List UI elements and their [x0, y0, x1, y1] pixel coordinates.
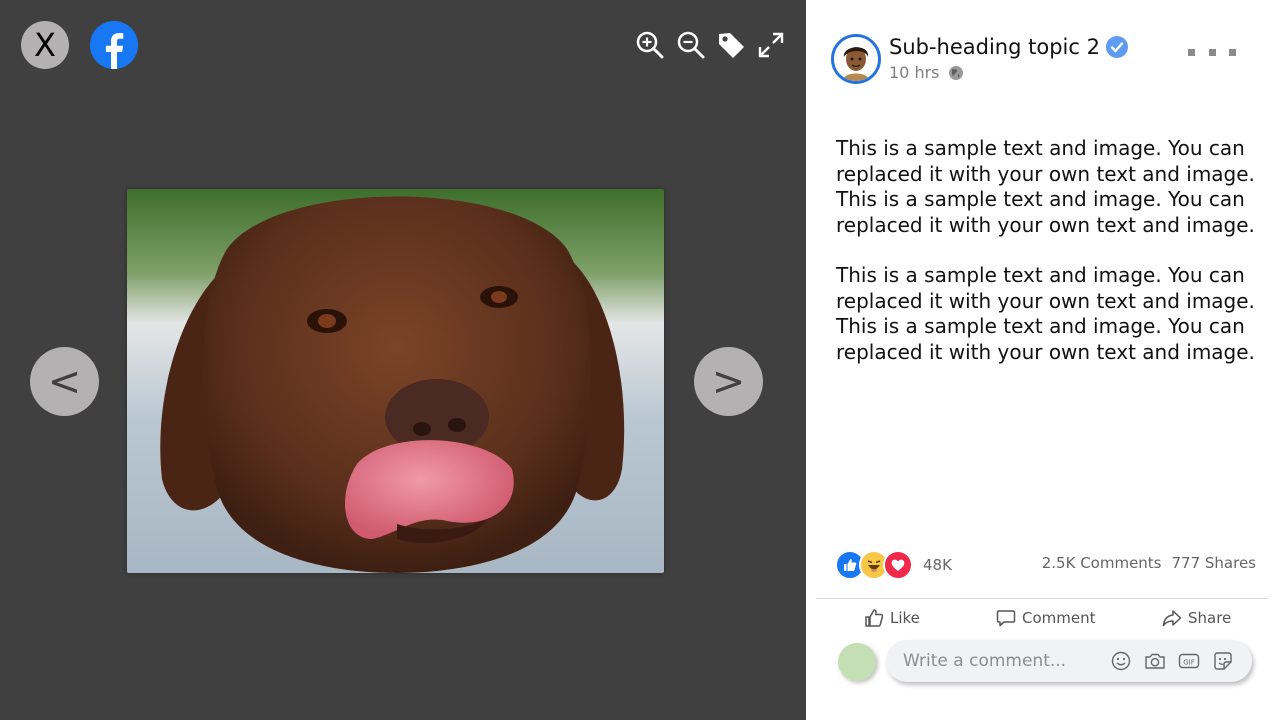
post-paragraph: This is a sample text and image. You can… — [836, 136, 1255, 237]
more-dot-icon — [1229, 48, 1236, 56]
post-stats: 2.5K Comments 777 Shares — [1042, 554, 1256, 572]
globe-icon — [948, 65, 963, 80]
gif-icon[interactable]: GIF — [1178, 650, 1200, 672]
zoom-in-icon[interactable] — [635, 30, 665, 60]
verified-badge-icon — [1105, 36, 1128, 58]
more-options-button[interactable] — [1188, 40, 1236, 64]
share-arrow-icon — [1162, 610, 1182, 627]
fullscreen-icon[interactable] — [756, 30, 786, 60]
svg-text:GIF: GIF — [1183, 659, 1195, 667]
tag-icon[interactable] — [716, 30, 746, 60]
emoji-icon[interactable] — [1110, 650, 1132, 672]
comment-label: Comment — [1022, 609, 1096, 627]
post-author[interactable]: Sub-heading topic 2 — [889, 35, 1128, 59]
comment-composer[interactable]: GIF — [886, 640, 1252, 682]
reaction-count[interactable]: 48K — [923, 556, 952, 574]
post-panel: Sub-heading topic 2 10 hrs This is a sam… — [806, 0, 1280, 720]
thumbs-up-icon — [865, 609, 884, 627]
camera-icon[interactable] — [1144, 650, 1166, 672]
more-dot-icon — [1188, 48, 1195, 56]
like-button[interactable]: Like — [864, 606, 920, 630]
post-time[interactable]: 10 hrs — [889, 63, 940, 82]
author-avatar[interactable] — [831, 34, 881, 84]
reaction-summary[interactable]: 48K — [835, 550, 952, 580]
more-dot-icon — [1208, 48, 1216, 56]
sticker-icon[interactable] — [1212, 650, 1234, 672]
comments-count[interactable]: 2.5K Comments — [1042, 554, 1162, 572]
post-body: This is a sample text and image. You can… — [836, 136, 1256, 390]
share-button[interactable]: Share — [1162, 606, 1231, 630]
divider — [816, 598, 1268, 599]
author-name[interactable]: Sub-heading topic 2 — [889, 35, 1100, 59]
zoom-out-icon[interactable] — [676, 30, 706, 60]
post-meta: 10 hrs — [889, 63, 964, 82]
comment-input[interactable] — [901, 650, 1095, 672]
love-reaction-icon — [883, 550, 913, 580]
comment-bubble-icon — [996, 610, 1016, 627]
photo-viewer: X < > — [0, 0, 806, 720]
facebook-logo-icon[interactable] — [90, 21, 138, 69]
composer-icons: GIF — [1110, 650, 1234, 672]
post-paragraph: This is a sample text and image. You can… — [836, 263, 1255, 364]
close-label: X — [34, 26, 56, 64]
comment-button[interactable]: Comment — [996, 606, 1096, 630]
share-label: Share — [1188, 609, 1232, 627]
dog-photo-image — [127, 189, 664, 573]
commenter-avatar — [838, 643, 876, 681]
post-photo[interactable] — [127, 189, 664, 573]
next-photo-button[interactable]: > — [694, 347, 763, 416]
shares-count[interactable]: 777 Shares — [1172, 554, 1257, 572]
previous-arrow-icon: < — [47, 358, 82, 405]
next-arrow-icon: > — [711, 358, 746, 405]
close-button[interactable]: X — [21, 21, 69, 69]
like-label: Like — [890, 609, 920, 627]
previous-photo-button[interactable]: < — [30, 347, 99, 416]
